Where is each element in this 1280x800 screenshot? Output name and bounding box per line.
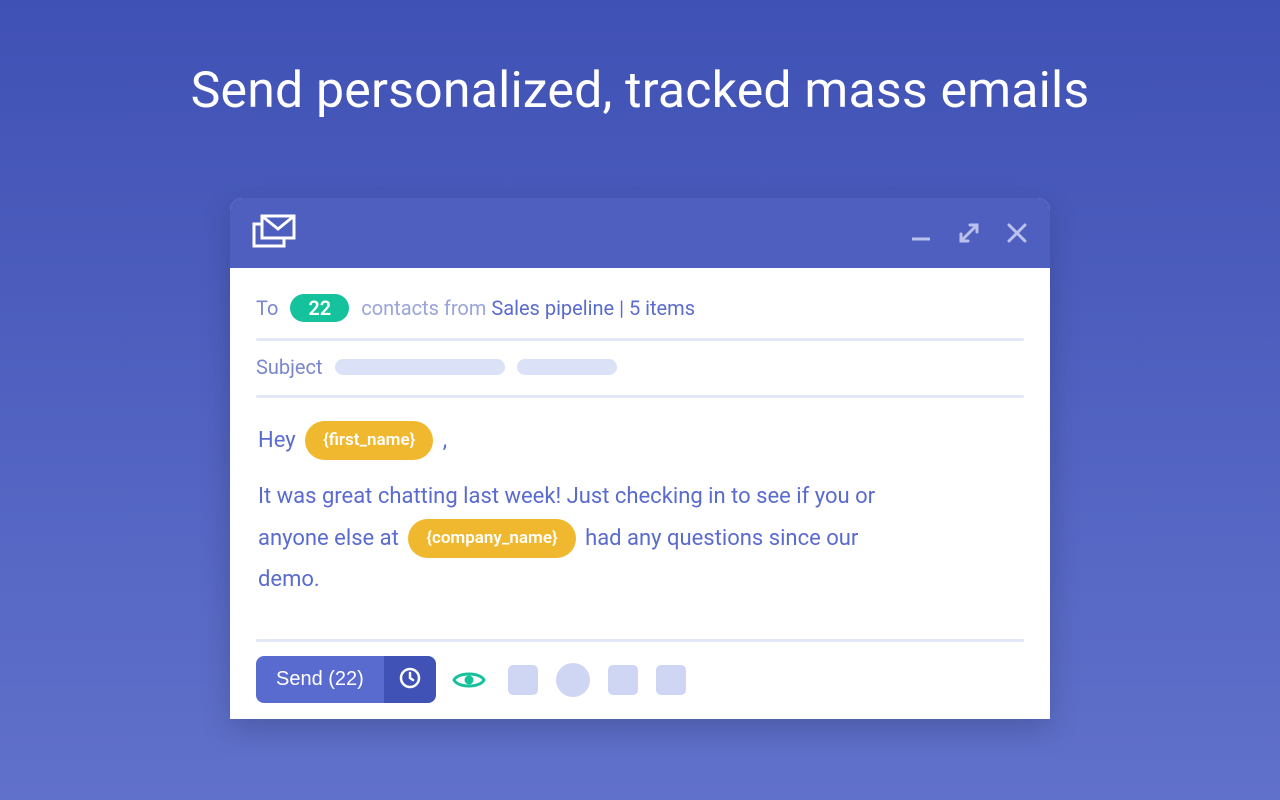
text: had any questions since our xyxy=(585,526,858,551)
message-editor[interactable]: Hey {first_name} , It was great chatting… xyxy=(256,398,1024,611)
message-line: Hey {first_name} , xyxy=(258,420,1022,462)
text: It was great chatting last week! Just ch… xyxy=(258,484,875,509)
merge-token-first-name[interactable]: {first_name} xyxy=(305,421,433,460)
message-line: It was great chatting last week! Just ch… xyxy=(258,476,1022,518)
text: Hey xyxy=(258,428,296,453)
toolbar-placeholder[interactable] xyxy=(508,665,538,695)
message-line: anyone else at {company_name} had any qu… xyxy=(258,518,1022,560)
send-button-group: Send (22) xyxy=(256,656,436,703)
expand-icon[interactable] xyxy=(958,222,980,244)
to-description: contacts from Sales pipeline | 5 items xyxy=(361,296,695,320)
to-source: Sales pipeline | 5 items xyxy=(491,296,695,320)
clock-icon xyxy=(398,666,422,693)
subject-label: Subject xyxy=(256,355,323,379)
compose-window: To 22 contacts from Sales pipeline | 5 i… xyxy=(230,198,1050,719)
send-button[interactable]: Send (22) xyxy=(256,656,384,703)
toolbar-placeholder[interactable] xyxy=(608,665,638,695)
schedule-send-button[interactable] xyxy=(384,656,436,703)
compose-body: To 22 contacts from Sales pipeline | 5 i… xyxy=(230,268,1050,719)
divider xyxy=(256,639,1024,642)
toolbar-placeholder[interactable] xyxy=(656,665,686,695)
subject-placeholder xyxy=(517,359,617,375)
to-label: To xyxy=(256,296,278,320)
text: anyone else at xyxy=(258,526,399,551)
recipient-count-badge: 22 xyxy=(290,294,349,322)
to-prefix: contacts from xyxy=(361,296,486,320)
compose-footer: Send (22) xyxy=(256,656,1024,709)
message-line: demo. xyxy=(258,559,1022,601)
toolbar-placeholder-group xyxy=(508,663,686,697)
text: , xyxy=(443,428,447,453)
text: demo. xyxy=(258,567,320,592)
subject-placeholder xyxy=(335,359,505,375)
subject-row[interactable]: Subject xyxy=(256,341,1024,393)
merge-token-company-name[interactable]: {company_name} xyxy=(408,519,575,558)
mail-stack-icon xyxy=(252,212,298,254)
to-row[interactable]: To 22 contacts from Sales pipeline | 5 i… xyxy=(256,286,1024,336)
page-headline: Send personalized, tracked mass emails xyxy=(191,62,1090,120)
minimize-icon[interactable] xyxy=(910,222,932,244)
tracking-eye-icon[interactable] xyxy=(452,668,486,692)
close-icon[interactable] xyxy=(1006,222,1028,244)
spacer xyxy=(258,462,1022,476)
toolbar-placeholder[interactable] xyxy=(556,663,590,697)
window-titlebar xyxy=(230,198,1050,268)
